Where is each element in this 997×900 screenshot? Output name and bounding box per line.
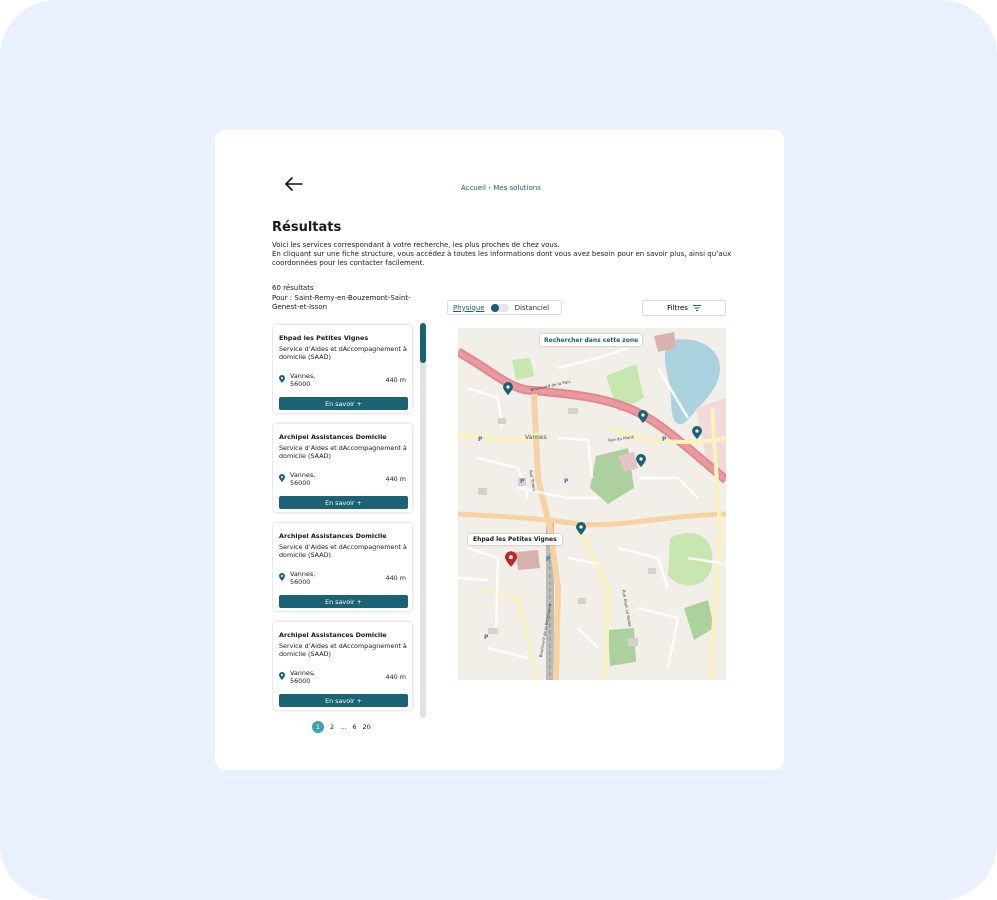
results-list: Ehpad les Petites Vignes Service d’Aides…	[272, 323, 427, 718]
search-this-zone-button[interactable]: Rechercher dans cette zone	[540, 334, 643, 346]
toggle-option-physique[interactable]: Physique	[453, 304, 485, 312]
result-count: 60 résultats	[272, 284, 314, 292]
results-panel: Accueil › Mes solutions Résultats Voici …	[215, 130, 784, 770]
scrollbar-thumb[interactable]	[420, 323, 426, 363]
map-pin-icon[interactable]	[636, 454, 646, 467]
card-service-type: Service d’Aides et dAccompagnement à dom…	[279, 444, 407, 460]
map-tooltip: Ehpad les Petites Vignes	[468, 534, 562, 545]
card-city: Vannes, 56000	[290, 570, 316, 586]
page-last[interactable]: 20	[362, 723, 370, 731]
location-pin-icon	[279, 672, 285, 680]
card-city: Vannes, 56000	[290, 471, 316, 487]
card-title: Archipel Assistances Domicile	[279, 433, 387, 441]
card-distance: 440 m	[385, 475, 406, 483]
results-scrollbar[interactable]	[420, 323, 426, 718]
result-card[interactable]: Archipel Assistances Domicile Service d’…	[273, 424, 412, 512]
learn-more-button[interactable]: En savoir +	[279, 397, 408, 410]
card-title: Ehpad les Petites Vignes	[279, 334, 369, 342]
location-pin-icon	[279, 474, 285, 482]
filter-icon	[692, 305, 701, 311]
search-location: Pour : Saint-Remy-en-Bouzemont-Saint-Gen…	[272, 294, 411, 311]
map-pin-icon[interactable]	[638, 410, 648, 423]
learn-more-button[interactable]: En savoir +	[279, 595, 408, 608]
parking-marker: P	[546, 556, 551, 563]
card-title: Archipel Assistances Domicile	[279, 532, 387, 540]
toggle-knob	[490, 303, 499, 312]
result-card[interactable]: Ehpad les Petites Vignes Service d’Aides…	[273, 325, 412, 413]
intro-text: Voici les services correspondant à votre…	[272, 241, 732, 268]
result-card[interactable]: Archipel Assistances Domicile Service d’…	[273, 523, 412, 611]
card-distance: 440 m	[385, 574, 406, 582]
page-6[interactable]: 6	[352, 723, 356, 731]
parking-marker: P	[478, 436, 483, 443]
learn-more-button[interactable]: En savoir +	[279, 496, 408, 509]
map[interactable]: Rechercher dans cette zone Vannes Boulev…	[458, 328, 726, 680]
card-service-type: Service d’Aides et dAccompagnement à dom…	[279, 345, 407, 361]
card-service-type: Service d’Aides et dAccompagnement à dom…	[279, 543, 407, 559]
selected-map-pin-icon[interactable]	[505, 551, 517, 567]
page-1-current[interactable]: 1	[312, 721, 324, 733]
location-pin-icon	[279, 573, 285, 581]
breadcrumb[interactable]: Accueil › Mes solutions	[461, 184, 541, 192]
mode-toggle[interactable]: Physique Distanciel	[447, 300, 562, 315]
parking-marker: P	[484, 634, 489, 641]
page-title: Résultats	[272, 220, 342, 235]
intro-line-1: Voici les services correspondant à votre…	[272, 241, 560, 249]
location-pin-icon	[279, 375, 285, 383]
map-pin-icon[interactable]	[692, 426, 702, 439]
back-arrow-icon[interactable]	[285, 177, 303, 191]
parking-marker: P	[564, 478, 569, 485]
map-tiles	[458, 328, 726, 680]
card-distance: 440 m	[385, 376, 406, 384]
map-pin-icon[interactable]	[576, 522, 586, 535]
map-pin-icon[interactable]	[503, 382, 513, 395]
learn-more-button[interactable]: En savoir +	[279, 694, 408, 707]
intro-line-2: En cliquant sur une fiche structure, vou…	[272, 250, 732, 267]
parking-marker: P	[662, 436, 667, 443]
pagination: 1 2 ... 6 20	[312, 721, 371, 733]
card-title: Archipel Assistances Domicile	[279, 631, 387, 639]
map-city-label: Vannes	[525, 434, 547, 441]
toggle-switch[interactable]	[490, 303, 509, 312]
card-service-type: Service d’Aides et dAccompagnement à dom…	[279, 642, 407, 658]
page-ellipsis: ...	[340, 723, 347, 731]
toggle-option-distanciel[interactable]: Distanciel	[515, 304, 550, 312]
filters-button[interactable]: Filtres	[642, 300, 726, 316]
card-city: Vannes, 56000	[290, 372, 316, 388]
page-2[interactable]: 2	[330, 723, 334, 731]
result-card[interactable]: Archipel Assistances Domicile Service d’…	[273, 622, 412, 710]
filters-label: Filtres	[667, 304, 688, 312]
card-city: Vannes, 56000	[290, 669, 316, 685]
card-distance: 440 m	[385, 673, 406, 681]
page-background: Accueil › Mes solutions Résultats Voici …	[0, 0, 997, 900]
parking-marker: P	[520, 478, 525, 485]
